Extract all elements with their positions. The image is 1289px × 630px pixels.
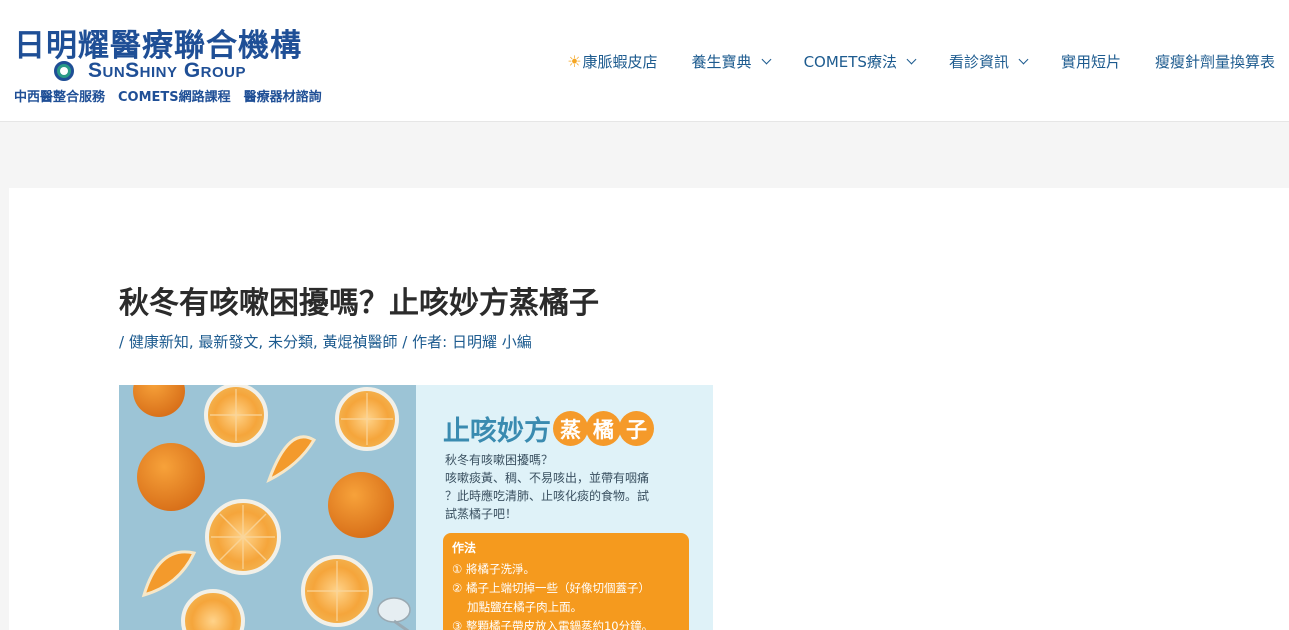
method-step: ③ 整顆橘子帶皮放入電鍋蒸約10分鐘。 — [452, 619, 654, 630]
recipe-panel: 止咳妙方 蒸 橘 子 秋冬有咳嗽困擾嗎？ 咳嗽痰黃、稠、不易咳出，並帶有咽痛 ？… — [416, 385, 713, 630]
meta-separator: , — [258, 333, 268, 351]
post-meta: / 健康新知, 最新發文, 未分類, 黃焜禎醫師 / 作者: 日明耀 小編 — [119, 331, 532, 352]
site-header: 日明耀醫療聯合機構 SunShiny Group 中西醫整合服務 COMETS網… — [0, 0, 1289, 122]
method-step: 加點鹽在橘子肉上面。 — [452, 600, 583, 614]
nav-item-videos[interactable]: 實用短片 — [1061, 51, 1121, 72]
author-link[interactable]: 日明耀 小編 — [452, 333, 532, 351]
post-card: 秋冬有咳嗽困擾嗎？止咳妙方蒸橘子 / 健康新知, 最新發文, 未分類, 黃焜禎醫… — [9, 188, 1289, 630]
intro-line: 咳嗽痰黃、稠、不易咳出，並帶有咽痛 — [445, 471, 650, 485]
author-prefix: / 作者: — [397, 333, 452, 351]
chevron-down-icon — [761, 54, 772, 64]
recipe-title-prefix: 止咳妙方 — [443, 416, 551, 447]
nav-item-health-guide[interactable]: 養生寶典 — [691, 51, 772, 72]
logo-brand-text: SunShiny Group — [88, 59, 247, 82]
nav-item-label: 瘦瘦針劑量換算表 — [1154, 52, 1275, 71]
chevron-down-icon — [1018, 54, 1029, 64]
nav-item-clinic-info[interactable]: 看診資訊 — [948, 51, 1029, 72]
logo-mark-icon — [54, 61, 74, 81]
method-box: 作法 ① 將橘子洗淨。 ② 橘子上端切掉一些（好像切個蓋子） 加點鹽在橘子肉上面… — [443, 533, 689, 630]
intro-line: 秋冬有咳嗽困擾嗎？ — [445, 453, 554, 467]
meta-separator: , — [312, 333, 323, 351]
category-link[interactable]: 最新發文 — [198, 333, 258, 351]
category-link[interactable]: 未分類 — [268, 333, 313, 351]
nav-item-label: 康脈蝦皮店 — [582, 52, 658, 71]
nav-item-label: 看診資訊 — [948, 52, 1009, 71]
chevron-down-icon — [906, 54, 917, 64]
nav-item-shop[interactable]: ☀ 康脈蝦皮店 — [567, 51, 657, 72]
method-title: 作法 — [452, 541, 477, 555]
nav-item-label: COMETS療法 — [803, 52, 897, 71]
category-link[interactable]: 黃焜禎醫師 — [323, 333, 398, 351]
nav-item-comets-therapy[interactable]: COMETS療法 — [803, 51, 917, 72]
title-badge: 子 — [619, 411, 654, 446]
nav-item-dosage-table[interactable]: 瘦瘦針劑量換算表 — [1155, 51, 1275, 72]
nav-item-label: 實用短片 — [1060, 52, 1121, 71]
post-title: 秋冬有咳嗽困擾嗎？止咳妙方蒸橘子 — [119, 286, 599, 321]
intro-line: ？此時應吃清肺、止咳化痰的食物。試 — [445, 489, 650, 503]
nav-item-label: 養生寶典 — [691, 52, 752, 71]
method-step: ② 橘子上端切掉一些（好像切個蓋子） — [452, 581, 650, 595]
sun-icon: ☀ — [567, 51, 582, 71]
category-link[interactable]: 健康新知 — [129, 333, 189, 351]
method-step: ① 將橘子洗淨。 — [452, 562, 535, 576]
intro-line: 試蒸橘子吧！ — [445, 507, 518, 521]
meta-separator: , — [188, 333, 199, 351]
recipe-title: 止咳妙方 蒸 橘 子 — [443, 409, 654, 448]
title-badge: 蒸 — [553, 411, 588, 446]
meta-prefix: / — [119, 333, 129, 351]
site-logo[interactable]: 日明耀醫療聯合機構 SunShiny Group 中西醫整合服務 COMETS網… — [12, 20, 357, 106]
featured-image: 止咳妙方 蒸 橘 子 秋冬有咳嗽困擾嗎？ 咳嗽痰黃、稠、不易咳出，並帶有咽痛 ？… — [119, 385, 713, 630]
main-nav: ☀ 康脈蝦皮店 養生寶典 COMETS療法 看診資訊 實用短片 瘦瘦針劑量換算表 — [567, 47, 1275, 75]
title-badge: 橘 — [586, 411, 621, 446]
logo-subtitle: 中西醫整合服務 COMETS網路課程 醫療器材諮詢 — [14, 90, 322, 105]
recipe-intro: 秋冬有咳嗽困擾嗎？ 咳嗽痰黃、稠、不易咳出，並帶有咽痛 ？此時應吃清肺、止咳化痰… — [445, 451, 695, 523]
logo-brand: SunShiny Group — [54, 59, 247, 82]
oranges-illustration — [133, 385, 411, 630]
oranges-photo — [119, 385, 416, 630]
